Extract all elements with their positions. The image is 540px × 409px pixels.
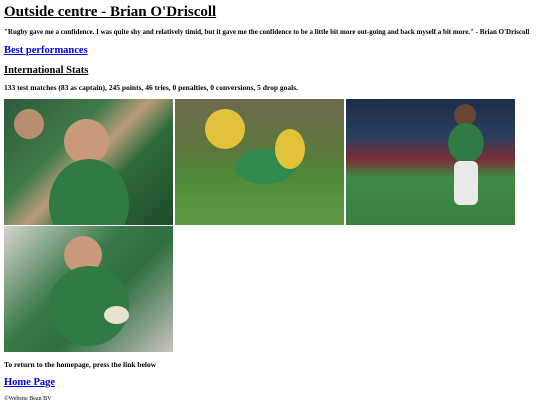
return-text: To return to the homepage, press the lin… xyxy=(4,360,157,369)
stats-heading: International Stats xyxy=(4,65,89,76)
page-content: Outside centre - Brian O'Driscoll "Rugby… xyxy=(0,4,540,402)
photo-running-ball xyxy=(4,226,173,352)
footer-text: ©Website Bean BV xyxy=(4,396,52,402)
photo-try-dive xyxy=(175,99,344,225)
page-title: Outside centre - Brian O'Driscoll xyxy=(4,4,217,20)
home-page-link[interactable]: Home Page xyxy=(4,377,536,388)
photo-celebration xyxy=(4,99,173,225)
photo-gallery xyxy=(4,99,520,352)
quote-text: "Rugby gave me a confidence. I was quite… xyxy=(4,28,530,36)
photo-standing-player xyxy=(346,99,515,225)
stats-text: 133 test matches (83 as captain), 245 po… xyxy=(4,83,299,92)
best-performances-link[interactable]: Best performances xyxy=(4,45,536,56)
